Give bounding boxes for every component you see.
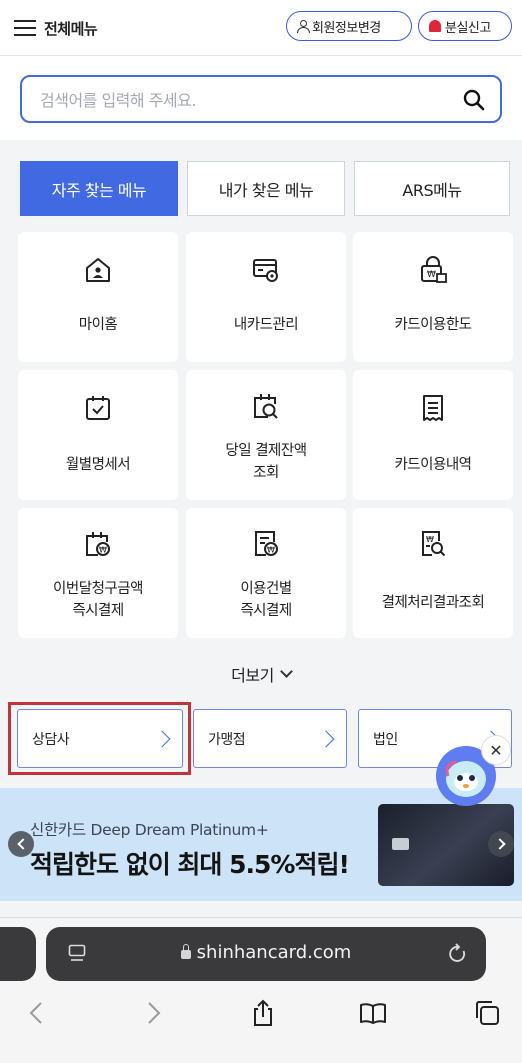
tile-per-use-instant-pay[interactable]: ₩ 이용건별 즉시결제	[186, 508, 346, 638]
quick-link-label: 법인	[373, 731, 398, 748]
all-menu-button[interactable]: 전체메뉴	[14, 14, 98, 42]
tile-label: 결제처리결과조회	[381, 595, 485, 611]
quick-link-counselor[interactable]: 상담사	[17, 709, 183, 768]
svg-text:₩: ₩	[426, 535, 434, 544]
all-menu-label: 전체메뉴	[44, 19, 98, 38]
tile-monthly-statement[interactable]: 월별명세서	[18, 370, 178, 500]
tile-card-usage-history[interactable]: 카드이용내역	[353, 370, 513, 500]
card-settings-icon	[253, 259, 278, 282]
close-icon: ✕	[489, 740, 503, 760]
home-person-icon	[86, 258, 110, 282]
banner-subtitle: 신한카드 Deep Dream Platinum+	[30, 821, 269, 839]
share-icon[interactable]	[248, 998, 278, 1028]
member-info-label: 회원정보변경	[312, 20, 381, 36]
tile-label: 당일 결제잔액 조회	[225, 443, 307, 481]
tile-my-home[interactable]: 마이홈	[18, 232, 178, 362]
tile-label: 이용건별 즉시결제	[240, 581, 292, 619]
lost-report-button[interactable]: 분실신고	[418, 11, 512, 41]
siren-icon	[429, 20, 441, 32]
back-icon[interactable]	[22, 998, 52, 1028]
chevron-right-icon	[493, 838, 506, 850]
card-chip	[392, 838, 409, 850]
chevron-right-icon	[153, 730, 171, 748]
banner-next-button[interactable]	[488, 831, 514, 857]
banner-prev-button[interactable]	[8, 831, 34, 857]
calendar-check-icon	[86, 396, 110, 420]
document-won-icon: ₩	[255, 531, 278, 556]
limit-lock-icon: ₩	[421, 256, 447, 283]
more-button[interactable]: 더보기	[0, 662, 522, 686]
quick-link-label: 가맹점	[208, 731, 246, 748]
tile-card-limit[interactable]: ₩ 카드이용한도	[353, 232, 513, 362]
lost-report-label: 분실신고	[445, 20, 491, 36]
tile-label: 이번달청구금액 즉시결제	[53, 581, 143, 619]
promo-banner[interactable]: 신한카드 Deep Dream Platinum+ 적립한도 없이 최대 5.5…	[0, 788, 522, 901]
member-info-button[interactable]: 회원정보변경	[286, 11, 412, 41]
calendar-won-icon: ₩	[86, 532, 110, 556]
tile-label: 월별명세서	[65, 457, 131, 473]
bookmarks-icon[interactable]	[358, 998, 388, 1028]
calendar-search-icon	[254, 394, 278, 419]
tab-label: 자주 찾는 메뉴	[51, 180, 147, 200]
chevron-down-icon	[279, 665, 293, 678]
forward-icon[interactable]	[138, 998, 168, 1028]
tab-frequent-menu[interactable]: 자주 찾는 메뉴	[20, 161, 178, 216]
tab-my-searched-menu[interactable]: 내가 찾은 메뉴	[187, 161, 345, 216]
tile-label: 내카드관리	[233, 317, 299, 333]
document-search-icon: ₩	[422, 531, 446, 557]
tile-label: 마이홈	[78, 317, 118, 333]
svg-text:₩: ₩	[427, 270, 436, 280]
receipt-icon	[423, 395, 443, 421]
url-text-container: shinhancard.com	[46, 942, 486, 963]
quick-link-merchant[interactable]: 가맹점	[193, 709, 347, 768]
tile-card-management[interactable]: 내카드관리	[186, 232, 346, 362]
top-header: 전체메뉴 회원정보변경 분실신고	[0, 0, 522, 56]
tile-label: 카드이용내역	[394, 457, 472, 473]
tile-monthly-instant-pay[interactable]: ₩ 이번달청구금액 즉시결제	[18, 508, 178, 638]
tab-label: ARS메뉴	[402, 180, 462, 200]
more-label: 더보기	[231, 666, 274, 685]
tab-ars-menu[interactable]: ARS메뉴	[354, 161, 510, 216]
tile-label: 카드이용한도	[394, 317, 472, 333]
search-area	[0, 56, 522, 140]
search-icon[interactable]	[462, 88, 486, 112]
quick-link-label: 상담사	[32, 731, 70, 748]
svg-text:₩: ₩	[267, 546, 275, 555]
previous-tab-preview[interactable]	[0, 927, 36, 981]
banner-title: 적립한도 없이 최대 5.5%적립!	[30, 850, 350, 879]
hamburger-icon	[14, 20, 36, 36]
tile-today-balance[interactable]: 당일 결제잔액 조회	[186, 370, 346, 500]
chevron-left-icon	[16, 838, 29, 850]
tabs-icon[interactable]	[472, 998, 502, 1028]
chevron-right-icon	[317, 730, 335, 748]
svg-text:₩: ₩	[99, 546, 107, 555]
tile-payment-result-inquiry[interactable]: ₩ 결제처리결과조회	[353, 508, 513, 638]
tab-label: 내가 찾은 메뉴	[218, 180, 314, 200]
lock-icon	[180, 944, 191, 959]
reload-icon[interactable]	[448, 943, 468, 965]
person-icon	[297, 20, 310, 33]
url-text: shinhancard.com	[196, 942, 352, 963]
address-bar[interactable]: shinhancard.com	[46, 927, 486, 981]
chatbot-close-button[interactable]: ✕	[481, 735, 511, 765]
search-box	[20, 75, 502, 123]
search-input[interactable]	[40, 87, 440, 113]
